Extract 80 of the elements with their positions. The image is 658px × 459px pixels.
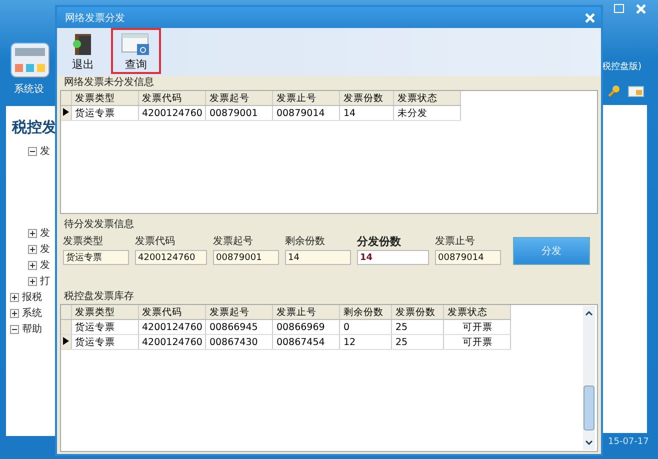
expand-icon[interactable] <box>28 228 37 238</box>
expand-icon[interactable] <box>28 244 37 254</box>
table-cell: 00867430 <box>206 334 273 350</box>
date-text: 15-07-17 <box>608 437 649 447</box>
table-cell: 货运专票 <box>72 106 138 120</box>
expand-icon[interactable] <box>28 260 37 270</box>
tree-item[interactable]: 发 <box>40 144 50 158</box>
column-header[interactable]: 发票代码 <box>138 305 206 320</box>
expand-icon[interactable] <box>10 308 19 318</box>
expand-icon[interactable] <box>28 276 37 286</box>
table-cell: 12 <box>340 334 392 350</box>
column-header[interactable]: 发票止号 <box>272 305 340 320</box>
table-cell: 未分发 <box>394 106 461 120</box>
section-title: 税控盘发票库存 <box>63 290 135 304</box>
column-header[interactable]: 发票份数 <box>340 91 394 106</box>
column-header[interactable]: 剩余份数 <box>340 305 392 320</box>
column-header[interactable]: 发票起号 <box>206 305 273 320</box>
table-cell: 货运专票 <box>72 320 138 334</box>
table-cell: 00867454 <box>272 334 340 350</box>
input-field[interactable]: 14 <box>285 250 351 265</box>
input-field[interactable]: 14 <box>357 250 429 265</box>
app-title: 税控发 <box>10 117 58 137</box>
field-label: 分发份数 <box>357 234 402 247</box>
tree-item[interactable]: 系统 <box>22 306 42 320</box>
table-cell: 4200124760 <box>138 334 206 350</box>
folder-icon[interactable] <box>628 85 644 97</box>
section-title: 网络发票未分发信息 <box>63 76 155 90</box>
tree-item[interactable]: 报税 <box>22 290 42 304</box>
column-header[interactable]: 发票起号 <box>206 91 273 106</box>
key-icon[interactable] <box>608 85 620 97</box>
table-cell: 货运专票 <box>72 334 138 350</box>
tree-item[interactable]: 发 <box>40 242 50 256</box>
section-title: 待分发发票信息 <box>63 218 135 232</box>
field-label: 发票类型 <box>63 234 104 247</box>
field-label: 剩余份数 <box>285 235 326 247</box>
table-cell: 00866969 <box>272 320 340 334</box>
search-icon <box>121 32 151 55</box>
table-cell: 25 <box>392 334 444 350</box>
input-field[interactable]: 货运专票 <box>63 250 129 265</box>
row-pointer-icon <box>63 108 69 116</box>
table-cell: 4200124760 <box>138 106 206 120</box>
table-cell: 00879014 <box>272 106 340 120</box>
column-header[interactable]: 发票份数 <box>392 305 444 320</box>
table-cell: 可开票 <box>444 320 511 334</box>
column-header[interactable]: 发票状态 <box>394 91 461 106</box>
tree-item[interactable]: 帮助 <box>22 322 42 336</box>
input-field[interactable]: 4200124760 <box>135 250 207 265</box>
table-cell: 4200124760 <box>138 320 206 334</box>
row-pointer-icon <box>63 336 69 344</box>
toolbar-button[interactable]: 查询 <box>111 28 161 74</box>
table-cell: 00879001 <box>206 106 273 120</box>
table-cell: 可开票 <box>444 334 511 350</box>
column-header[interactable]: 发票代码 <box>138 91 206 106</box>
column-header[interactable]: 发票类型 <box>72 305 138 320</box>
tree-item[interactable]: 发 <box>40 258 50 272</box>
tree-item[interactable]: 打 <box>40 274 50 288</box>
scrollbar[interactable] <box>583 306 595 450</box>
toolbar-button[interactable]: 退出 <box>61 28 105 74</box>
table-cell: 14 <box>340 106 394 120</box>
table-cell: 00866945 <box>206 320 273 334</box>
field-label: 发票起号 <box>213 234 254 247</box>
collapse-icon[interactable] <box>28 146 37 156</box>
field-label: 发票代码 <box>135 235 176 247</box>
close-icon[interactable] <box>585 12 595 22</box>
app-icon[interactable] <box>10 42 50 78</box>
input-field[interactable]: 00879001 <box>213 250 279 265</box>
column-header[interactable]: 发票状态 <box>444 305 511 320</box>
collapse-icon[interactable] <box>10 324 19 334</box>
row-header[interactable] <box>61 106 72 120</box>
expand-icon[interactable] <box>10 292 19 302</box>
row-header[interactable] <box>61 334 72 350</box>
input-field[interactable]: 00879014 <box>435 250 501 265</box>
app-caption: 系统设 <box>14 82 44 96</box>
table-cell: 25 <box>392 320 444 334</box>
column-header[interactable]: 发票止号 <box>272 91 340 106</box>
column-header[interactable]: 发票类型 <box>72 91 138 106</box>
field-label: 发票止号 <box>435 234 476 247</box>
window-title: 网络发票分发 <box>65 12 125 24</box>
tree-item[interactable]: 发 <box>40 226 50 240</box>
table-cell: 0 <box>340 320 392 334</box>
